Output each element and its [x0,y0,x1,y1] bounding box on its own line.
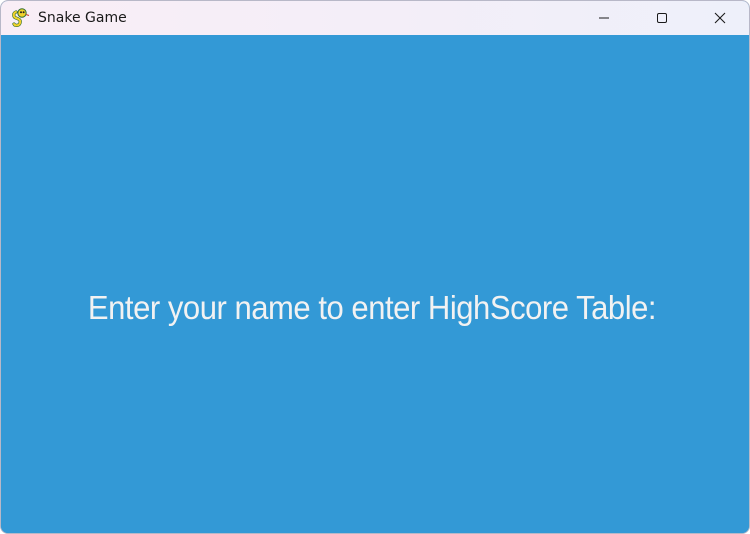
window-controls [575,1,749,35]
app-window: Snake Game Enter your name to enter High… [0,0,750,534]
pygame-snake-icon [10,8,30,28]
title-bar[interactable]: Snake Game [1,1,749,35]
maximize-button[interactable] [633,1,691,35]
highscore-name-prompt: Enter your name to enter HighScore Table… [87,289,657,326]
close-button[interactable] [691,1,749,35]
minimize-button[interactable] [575,1,633,35]
close-icon [714,12,726,24]
maximize-icon [656,12,668,24]
window-title: Snake Game [38,10,127,26]
minimize-icon [598,12,610,24]
game-canvas[interactable]: Enter your name to enter HighScore Table… [1,35,749,533]
